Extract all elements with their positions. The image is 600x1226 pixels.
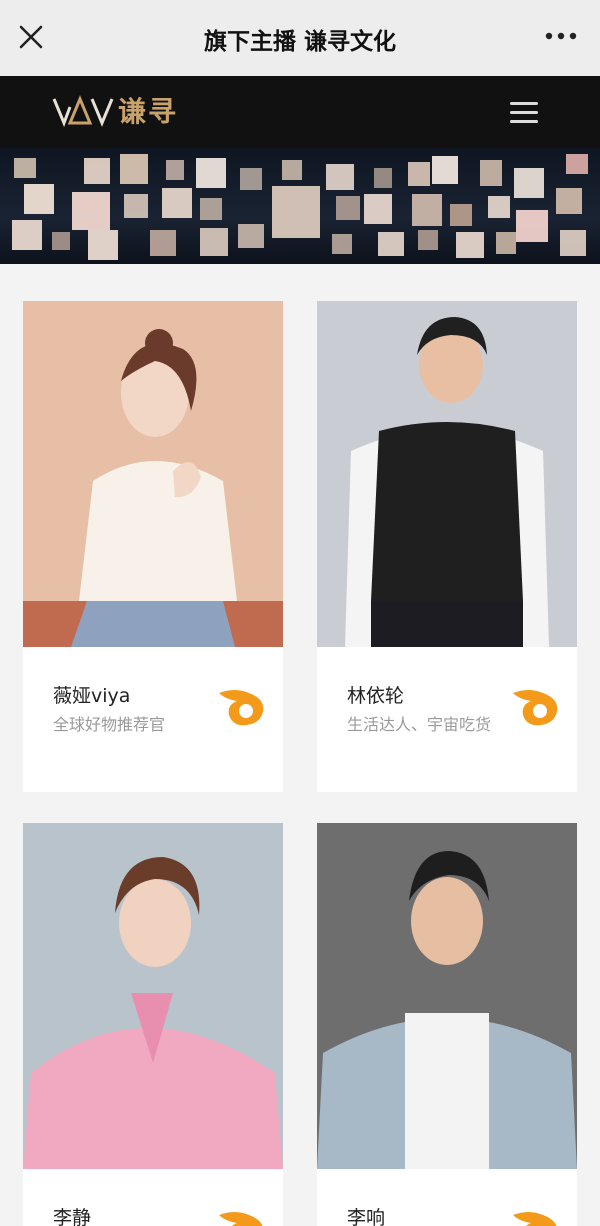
- anchor-photo: [317, 301, 577, 647]
- anchor-photo: [317, 823, 577, 1169]
- logo-text: 谦寻: [118, 95, 179, 128]
- more-icon[interactable]: [544, 26, 578, 46]
- flame-icon[interactable]: [215, 685, 267, 727]
- flame-icon[interactable]: [509, 685, 561, 727]
- brand-logo[interactable]: 谦寻: [52, 92, 178, 128]
- anchor-photo: [23, 301, 283, 647]
- page-title: 旗下主播 谦寻文化: [203, 29, 396, 55]
- flame-icon[interactable]: [215, 1207, 267, 1226]
- anchor-info: 李静: [23, 1169, 283, 1226]
- anchor-collage-banner: [0, 148, 600, 264]
- anchor-desc: 生活达人、宇宙吃货: [347, 715, 492, 734]
- anchor-info: 薇娅viya 全球好物推荐官: [23, 647, 283, 792]
- anchor-name: 林依轮: [347, 685, 405, 707]
- anchor-name: 李响: [347, 1207, 386, 1226]
- anchor-photo: [23, 823, 283, 1169]
- flame-icon[interactable]: [509, 1207, 561, 1226]
- anchor-info: 林依轮 生活达人、宇宙吃货: [317, 647, 577, 792]
- anchor-info: 李响: [317, 1169, 577, 1226]
- logo-mark-icon: [52, 95, 114, 127]
- top-nav-bar: 旗下主播 谦寻文化: [0, 0, 600, 76]
- collage-image: [12, 154, 588, 260]
- anchor-desc: 全球好物推荐官: [53, 715, 166, 734]
- anchor-name: 李静: [53, 1207, 92, 1226]
- anchor-name: 薇娅viya: [53, 685, 131, 707]
- brand-header: 谦寻: [0, 76, 600, 148]
- hamburger-icon[interactable]: [510, 102, 538, 124]
